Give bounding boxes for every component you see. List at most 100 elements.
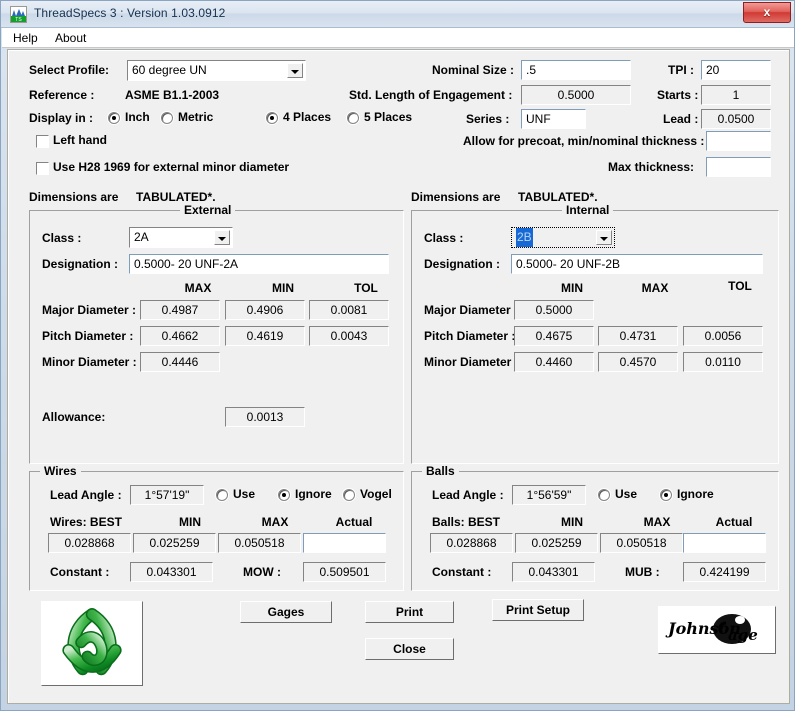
external-row-major-label: Major Diameter : bbox=[42, 303, 137, 317]
checkbox-box-icon bbox=[36, 162, 49, 175]
max-thickness-input[interactable] bbox=[706, 157, 771, 177]
johnson-gage-icon: Johnson age bbox=[659, 607, 775, 653]
select-profile-combo[interactable]: 60 degree UN bbox=[127, 60, 306, 81]
wires-group: Wires Lead Angle : 1°57'19" Use Ignore V… bbox=[29, 464, 404, 591]
checkbox-box-icon bbox=[36, 135, 49, 148]
radio-dot-icon bbox=[660, 489, 672, 501]
internal-col-min: MIN bbox=[561, 281, 583, 295]
starts-label: Starts : bbox=[657, 88, 699, 102]
nominal-size-input[interactable]: .5 bbox=[521, 60, 631, 80]
external-col-tol: TOL bbox=[354, 281, 378, 295]
precoat-label: Allow for precoat, min/nominal thickness… bbox=[463, 134, 705, 148]
external-col-min: MIN bbox=[272, 281, 294, 295]
radio-dot-icon bbox=[161, 112, 173, 124]
radio-unit-metric-label: Metric bbox=[178, 110, 214, 124]
std-length-value: 0.5000 bbox=[521, 85, 631, 105]
radio-dot-icon bbox=[108, 112, 120, 124]
balls-radio-use-label: Use bbox=[615, 487, 638, 501]
internal-minor-min: 0.4460 bbox=[514, 352, 594, 372]
radio-dot-icon bbox=[216, 489, 228, 501]
external-minor-max: 0.4446 bbox=[140, 352, 220, 372]
internal-row-major-label: Major Diameter : bbox=[424, 303, 519, 317]
internal-class-value: 2B bbox=[516, 228, 533, 247]
menu-item-about[interactable]: About bbox=[50, 30, 91, 46]
wires-lead-angle-label: Lead Angle : bbox=[50, 488, 122, 502]
chevron-down-icon[interactable] bbox=[214, 230, 230, 245]
internal-row-pitch-label: Pitch Diameter : bbox=[424, 329, 516, 343]
tpi-input[interactable]: 20 bbox=[701, 60, 771, 80]
external-allowance-label: Allowance: bbox=[42, 410, 106, 424]
external-group-title: External bbox=[180, 203, 236, 217]
print-setup-button[interactable]: Print Setup bbox=[492, 599, 584, 621]
internal-dimensions-are-label: Dimensions are bbox=[411, 190, 501, 204]
wires-min-value: 0.025259 bbox=[133, 533, 216, 553]
balls-col-actual: Actual bbox=[715, 515, 753, 529]
internal-major-min: 0.5000 bbox=[514, 300, 594, 320]
wires-lead-angle-value: 1°57'19" bbox=[130, 485, 204, 505]
title-bar: TS ThreadSpecs 3 : Version 1.03.0912 x bbox=[1, 1, 794, 28]
chevron-down-icon[interactable] bbox=[596, 230, 612, 245]
starts-value: 1 bbox=[701, 85, 771, 105]
internal-pitch-max: 0.4731 bbox=[598, 326, 678, 346]
app-icon: TS bbox=[10, 6, 27, 23]
external-row-minor-label: Minor Diameter : bbox=[42, 355, 137, 369]
internal-group: Internal Class : 2B Designation : 0.5000… bbox=[411, 203, 779, 464]
print-button[interactable]: Print bbox=[365, 601, 454, 623]
wires-best-value: 0.028868 bbox=[48, 533, 131, 553]
internal-designation-label: Designation : bbox=[424, 257, 501, 271]
wires-constant-label: Constant : bbox=[50, 565, 110, 579]
balls-best-value: 0.028868 bbox=[430, 533, 513, 553]
reference-value: ASME B1.1-2003 bbox=[125, 88, 220, 102]
balls-radio-ignore-label: Ignore bbox=[677, 487, 714, 501]
balls-group-title: Balls bbox=[422, 464, 459, 478]
lead-label: Lead : bbox=[663, 112, 699, 126]
menu-item-help[interactable]: Help bbox=[8, 30, 43, 46]
balls-max-value: 0.050518 bbox=[600, 533, 683, 553]
select-profile-value: 60 degree UN bbox=[132, 63, 207, 77]
precoat-input[interactable] bbox=[706, 131, 771, 151]
internal-designation-input[interactable]: 0.5000- 20 UNF-2B bbox=[511, 254, 763, 274]
internal-row-minor-label: Minor Diameter : bbox=[424, 355, 519, 369]
gages-button[interactable]: Gages bbox=[240, 601, 332, 623]
external-class-combo[interactable]: 2A bbox=[129, 227, 233, 248]
application-window: TS ThreadSpecs 3 : Version 1.03.0912 x H… bbox=[0, 0, 795, 711]
balls-col-best: Balls: BEST bbox=[432, 515, 501, 529]
series-input[interactable]: UNF bbox=[521, 109, 586, 129]
trefoil-knot-icon bbox=[42, 602, 142, 685]
select-profile-label: Select Profile: bbox=[29, 63, 110, 77]
balls-constant-value: 0.043301 bbox=[512, 562, 595, 582]
wires-actual-input[interactable] bbox=[303, 533, 386, 553]
wires-radio-ignore-label: Ignore bbox=[295, 487, 332, 501]
radio-dot-icon bbox=[266, 112, 278, 124]
external-designation-label: Designation : bbox=[42, 257, 119, 271]
radio-dot-icon bbox=[347, 112, 359, 124]
tpi-label: TPI : bbox=[668, 63, 694, 77]
series-label: Series : bbox=[466, 112, 510, 126]
radio-dot-icon bbox=[278, 489, 290, 501]
wires-group-title: Wires bbox=[40, 464, 81, 478]
balls-min-value: 0.025259 bbox=[515, 533, 598, 553]
wires-col-best: Wires: BEST bbox=[50, 515, 122, 529]
radio-dot-icon bbox=[598, 489, 610, 501]
chevron-down-icon[interactable] bbox=[287, 63, 303, 78]
balls-actual-input[interactable] bbox=[683, 533, 766, 553]
wires-max-value: 0.050518 bbox=[218, 533, 301, 553]
johnson-gage-logo-panel: Johnson age bbox=[658, 606, 776, 654]
balls-constant-label: Constant : bbox=[432, 565, 492, 579]
internal-dimensions-are-value: TABULATED*. bbox=[518, 190, 598, 204]
external-class-label: Class : bbox=[42, 231, 82, 245]
wires-radio-use-label: Use bbox=[233, 487, 256, 501]
external-row-pitch-label: Pitch Diameter : bbox=[42, 329, 134, 343]
internal-col-tol: TOL bbox=[728, 279, 752, 293]
trefoil-knot-logo-panel bbox=[41, 601, 143, 686]
checkbox-h28-label: Use H28 1969 for external minor diameter bbox=[53, 160, 290, 174]
wires-col-max: MAX bbox=[261, 515, 289, 529]
close-window-button[interactable]: x bbox=[743, 2, 791, 23]
balls-mub-value: 0.424199 bbox=[683, 562, 766, 582]
external-designation-input[interactable]: 0.5000- 20 UNF-2A bbox=[129, 254, 389, 274]
svg-text:TS: TS bbox=[15, 17, 22, 22]
external-major-max: 0.4987 bbox=[140, 300, 220, 320]
close-button[interactable]: Close bbox=[365, 638, 454, 660]
internal-class-combo[interactable]: 2B bbox=[511, 227, 615, 248]
radio-unit-inch-label: Inch bbox=[125, 110, 150, 124]
